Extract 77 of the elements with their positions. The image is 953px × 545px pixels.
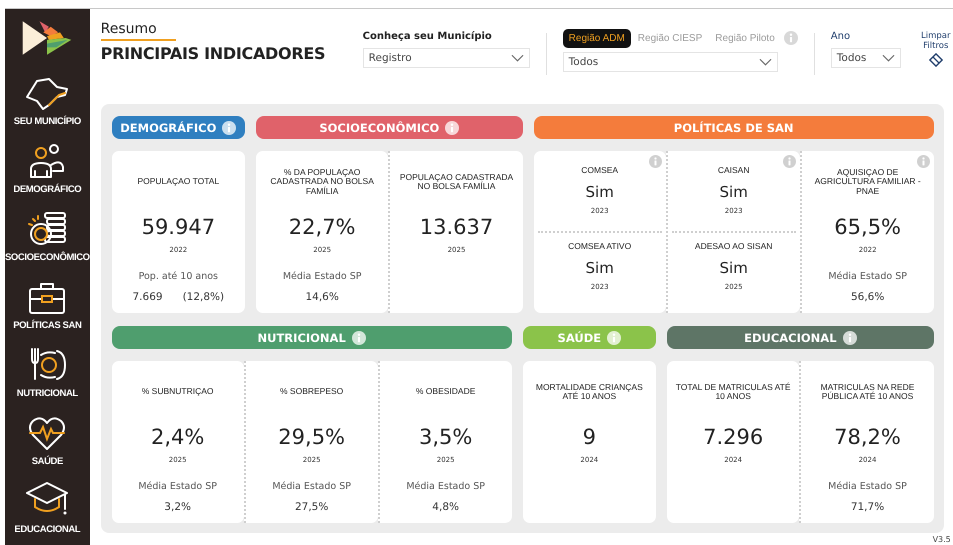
section-title: NUTRICIONAL	[258, 330, 346, 344]
clear-filters-button[interactable]: Limpar Filtros	[920, 31, 951, 75]
reference-label: Média Estado SP	[272, 481, 351, 492]
nav-item[interactable]: DEMOGRÁFICO	[13, 129, 82, 197]
reference-value: 14,6%	[305, 291, 339, 303]
version-label: V3.5	[932, 535, 951, 544]
indicator-label: % SUBNUTRIÇAO	[142, 387, 214, 397]
section-title: DEMOGRÁFICO	[120, 120, 216, 134]
page-title: PRINCIPAIS INDICADORES	[100, 44, 326, 63]
nav-item[interactable]: SEU MUNICÍPIO	[14, 61, 81, 129]
indicator-label: COMSEA ATIVO	[568, 240, 632, 251]
nav-item[interactable]: NUTRICIONAL	[16, 333, 78, 401]
indicator-value: 59.947	[142, 215, 216, 239]
indicator-label: % SOBREPESO	[280, 387, 344, 397]
indicator-value: 29,5%	[278, 425, 346, 449]
reference-value: 71,7%	[850, 501, 884, 513]
reference-value: 3,2%	[164, 501, 191, 513]
info-icon[interactable]	[842, 330, 857, 344]
region-tab[interactable]: Região ADM	[562, 28, 631, 48]
section-title: SOCIOECONÔMICO	[319, 120, 440, 134]
nav-item[interactable]: EDUCACIONAL	[14, 469, 80, 537]
indicator-label: MORTALIDADE CRIANÇAS ATÉ 10 ANOS	[534, 382, 644, 402]
indicator-label: MATRICULAS NA REDE PÚBLICA ATÉ 10 ANOS	[820, 382, 916, 402]
nav-item[interactable]: POLÍTICAS SAN	[13, 265, 82, 333]
info-icon[interactable]	[607, 330, 622, 344]
indicator-value: 7.296	[703, 425, 764, 449]
chevron-icon	[882, 54, 895, 62]
reference-value: 4,8%	[432, 501, 459, 513]
reference-value: 56,6%	[850, 291, 884, 303]
nav-item[interactable]: SAÚDE	[27, 401, 68, 469]
dropdown[interactable]: Todos	[830, 48, 901, 68]
indicator-value: Sim	[586, 258, 614, 277]
indicator-value: 3,5%	[418, 425, 472, 449]
indicator-label: COMSEA	[581, 165, 618, 175]
section-title: EDUCACIONAL	[744, 330, 837, 344]
info-icon[interactable]	[352, 330, 366, 344]
indicator-value: Sim	[586, 183, 614, 201]
dropdown[interactable]: Registro	[362, 48, 530, 68]
reference-value: 27,5%	[294, 501, 328, 513]
indicator-value: Sim	[720, 258, 748, 277]
indicator-label: % OBESIDADE	[416, 387, 476, 397]
indicator-value: 2,4%	[150, 425, 204, 449]
indicator-value: Sim	[720, 183, 748, 201]
filter-label: Conheça seu Município	[362, 30, 493, 44]
reference-value: 7.669	[132, 291, 163, 303]
indicator-value: 65,5%	[834, 215, 902, 239]
dropdown[interactable]: Todos	[562, 52, 778, 72]
filter-label: Ano	[830, 30, 852, 44]
reference-label: Média Estado SP	[828, 271, 907, 282]
reference-label: Média Estado SP	[828, 481, 907, 492]
indicator-value: 13.637	[420, 215, 494, 239]
indicator-label: POPULAÇAO CADASTRADA NO BOLSA FAMÍLIA	[398, 172, 514, 192]
reference-label: Média Estado SP	[282, 271, 362, 282]
indicator-label: % DA POPULAÇAO CADASTRADA NO BOLSA FAMÍLIA	[269, 168, 375, 196]
briefcase-icon	[27, 281, 68, 315]
reference-value: (12,8%)	[182, 291, 224, 303]
indicator-value: 22,7%	[288, 215, 356, 239]
reference-label: Média Estado SP	[406, 481, 485, 492]
info-icon[interactable]	[445, 120, 460, 134]
chevron-icon	[510, 54, 524, 62]
heart-icon	[27, 415, 68, 451]
indicator-label: CAISAN	[718, 165, 750, 175]
reference-label: Média Estado SP	[138, 481, 217, 492]
indicator-label: TOTAL DE MATRICULAS ATÉ 10 ANOS	[674, 382, 792, 402]
reference-label: Pop. até 10 anos	[138, 271, 218, 282]
info-icon[interactable]	[222, 120, 236, 134]
indicator-value: 9	[582, 425, 596, 449]
eraser-icon	[928, 53, 943, 68]
page-subtitle: Resumo	[100, 21, 158, 37]
indicator-label: ADESAO AO SISAN	[694, 240, 772, 251]
indicator-label: AQUISIÇAO DE AGRICULTURA FAMILIAR - PNAE	[814, 168, 922, 196]
chevron-icon	[758, 58, 772, 66]
section-title: SAÚDE	[558, 330, 602, 344]
nav-item[interactable]: SOCIOECONÔMICO	[5, 197, 90, 265]
section-title: POLÍTICAS DE SAN	[674, 120, 794, 134]
indicator-label: POPULAÇAO TOTAL	[137, 177, 220, 187]
indicator-value: 78,2%	[834, 425, 901, 449]
